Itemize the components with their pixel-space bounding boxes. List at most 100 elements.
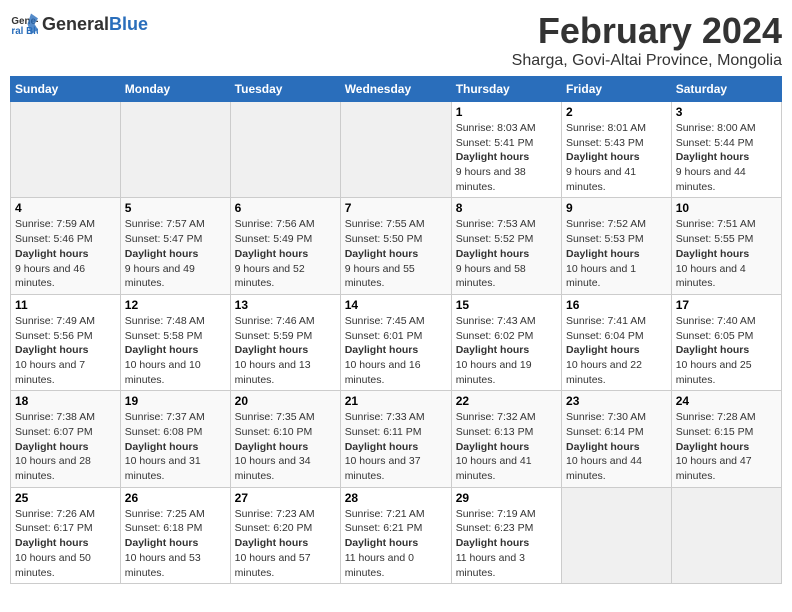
daylight-label: Daylight hours bbox=[345, 537, 419, 549]
title-area: February 2024 Sharga, Govi-Altai Provinc… bbox=[512, 10, 782, 70]
day-info: Sunrise: 7:38 AMSunset: 6:07 PMDaylight … bbox=[15, 410, 116, 483]
day-cell: 9Sunrise: 7:52 AMSunset: 5:53 PMDaylight… bbox=[562, 198, 672, 294]
sunrise-label: Sunrise: 8:00 AM bbox=[676, 122, 756, 134]
day-info: Sunrise: 7:37 AMSunset: 6:08 PMDaylight … bbox=[125, 410, 226, 483]
daylight-label: Daylight hours bbox=[125, 344, 199, 356]
week-row-4: 18 Sunrise: 7:38 AMSunset: 6:07 PMDayligh… bbox=[11, 391, 782, 487]
daylight-value: 10 hours and 44 minutes. bbox=[566, 455, 642, 482]
header: Gene- ral Blue GeneralBlue February 2024… bbox=[10, 10, 782, 70]
day-info: Sunrise: 8:03 AMSunset: 5:41 PMDaylight … bbox=[456, 121, 557, 194]
day-info: Sunrise: 7:41 AMSunset: 6:04 PMDaylight … bbox=[566, 314, 667, 387]
logo-text-block: GeneralBlue bbox=[42, 15, 148, 34]
column-header-thursday: Thursday bbox=[451, 77, 561, 102]
sunset-label: Sunset: 6:21 PM bbox=[345, 522, 423, 534]
day-info: Sunrise: 7:52 AMSunset: 5:53 PMDaylight … bbox=[566, 217, 667, 290]
daylight-value: 9 hours and 44 minutes. bbox=[676, 166, 746, 193]
day-number: 14 bbox=[345, 298, 447, 312]
sunset-label: Sunset: 5:53 PM bbox=[566, 233, 644, 245]
daylight-value: 10 hours and 57 minutes. bbox=[235, 552, 311, 579]
sunset-label: Sunset: 6:20 PM bbox=[235, 522, 313, 534]
sunrise-label: Sunrise: 7:32 AM bbox=[456, 411, 536, 423]
day-number: 23 bbox=[566, 394, 667, 408]
sunset-label: Sunset: 6:15 PM bbox=[676, 426, 754, 438]
day-number: 8 bbox=[456, 201, 557, 215]
week-row-1: 1Sunrise: 8:03 AMSunset: 5:41 PMDaylight… bbox=[11, 102, 782, 198]
day-number: 20 bbox=[235, 394, 336, 408]
daylight-label: Daylight hours bbox=[235, 248, 309, 260]
sunrise-label: Sunrise: 7:28 AM bbox=[676, 411, 756, 423]
day-info: Sunrise: 7:19 AMSunset: 6:23 PMDaylight … bbox=[456, 507, 557, 580]
daylight-value: 10 hours and 37 minutes. bbox=[345, 455, 421, 482]
daylight-value: 10 hours and 31 minutes. bbox=[125, 455, 201, 482]
daylight-value: 10 hours and 50 minutes. bbox=[15, 552, 91, 579]
month-year: February 2024 bbox=[512, 10, 782, 52]
day-cell: 15Sunrise: 7:43 AMSunset: 6:02 PMDayligh… bbox=[451, 294, 561, 390]
logo-general: General bbox=[42, 14, 109, 34]
day-cell: 28Sunrise: 7:21 AMSunset: 6:21 PMDayligh… bbox=[340, 487, 451, 583]
sunrise-label: Sunrise: 7:25 AM bbox=[125, 508, 205, 520]
daylight-label: Daylight hours bbox=[456, 344, 530, 356]
day-cell: 13Sunrise: 7:46 AMSunset: 5:59 PMDayligh… bbox=[230, 294, 340, 390]
sunrise-label: Sunrise: 7:45 AM bbox=[345, 315, 425, 327]
day-info: Sunrise: 7:57 AMSunset: 5:47 PMDaylight … bbox=[125, 217, 226, 290]
logo-icon: Gene- ral Blue bbox=[10, 10, 38, 38]
sunrise-label: Sunrise: 7:55 AM bbox=[345, 218, 425, 230]
day-cell: 12Sunrise: 7:48 AMSunset: 5:58 PMDayligh… bbox=[120, 294, 230, 390]
day-number: 13 bbox=[235, 298, 336, 312]
logo-blue: Blue bbox=[109, 14, 148, 34]
day-cell: 24 Sunrise: 7:28 AM Sunset: 6:15 PM Dayligh… bbox=[671, 391, 781, 487]
daylight-value: 9 hours and 49 minutes. bbox=[125, 263, 195, 290]
daylight-label: Daylight hours bbox=[15, 441, 89, 453]
sunrise-label: Sunrise: 7:33 AM bbox=[345, 411, 425, 423]
daylight-label: Daylight hours bbox=[15, 344, 89, 356]
day-number: 24 bbox=[676, 394, 777, 408]
sunrise-label: Sunrise: 7:56 AM bbox=[235, 218, 315, 230]
sunrise-label: Sunrise: 7:41 AM bbox=[566, 315, 646, 327]
week-row-5: 25Sunrise: 7:26 AMSunset: 6:17 PMDayligh… bbox=[11, 487, 782, 583]
sunrise-label: Sunrise: 7:26 AM bbox=[15, 508, 95, 520]
sunrise-label: Sunrise: 7:38 AM bbox=[15, 411, 95, 423]
day-number: 16 bbox=[566, 298, 667, 312]
location: Sharga, Govi-Altai Province, Mongolia bbox=[512, 52, 782, 70]
day-number: 26 bbox=[125, 491, 226, 505]
sunrise-label: Sunrise: 8:03 AM bbox=[456, 122, 536, 134]
daylight-value: 10 hours and 1 minute. bbox=[566, 263, 636, 290]
sunrise-label: Sunrise: 7:59 AM bbox=[15, 218, 95, 230]
day-cell bbox=[340, 102, 451, 198]
daylight-value: 10 hours and 10 minutes. bbox=[125, 359, 201, 386]
daylight-label: Daylight hours bbox=[345, 344, 419, 356]
day-number: 18 bbox=[15, 394, 116, 408]
daylight-label: Daylight hours bbox=[676, 151, 750, 163]
daylight-label: Daylight hours bbox=[676, 441, 750, 453]
sunset-label: Sunset: 6:02 PM bbox=[456, 330, 534, 342]
day-info: Sunrise: 7:49 AMSunset: 5:56 PMDaylight … bbox=[15, 314, 116, 387]
daylight-label: Daylight hours bbox=[125, 248, 199, 260]
daylight-value: 10 hours and 41 minutes. bbox=[456, 455, 532, 482]
day-info: Sunrise: 7:55 AMSunset: 5:50 PMDaylight … bbox=[345, 217, 447, 290]
sunset-label: Sunset: 6:13 PM bbox=[456, 426, 534, 438]
day-number: 11 bbox=[15, 298, 116, 312]
day-cell: 17Sunrise: 7:40 AMSunset: 6:05 PMDayligh… bbox=[671, 294, 781, 390]
day-cell: 8Sunrise: 7:53 AMSunset: 5:52 PMDaylight… bbox=[451, 198, 561, 294]
sunset-label: Sunset: 6:01 PM bbox=[345, 330, 423, 342]
sunrise-label: Sunrise: 7:19 AM bbox=[456, 508, 536, 520]
daylight-value: 11 hours and 3 minutes. bbox=[456, 552, 525, 579]
day-info: Sunrise: 7:32 AM Sunset: 6:13 PM Daylight … bbox=[456, 410, 557, 483]
daylight-value: 10 hours and 22 minutes. bbox=[566, 359, 642, 386]
daylight-label: Daylight hours bbox=[456, 441, 530, 453]
daylight-value: 9 hours and 55 minutes. bbox=[345, 263, 415, 290]
day-number: 17 bbox=[676, 298, 777, 312]
day-cell: 26Sunrise: 7:25 AMSunset: 6:18 PMDayligh… bbox=[120, 487, 230, 583]
sunset-label: Sunset: 5:44 PM bbox=[676, 137, 754, 149]
daylight-value: 10 hours and 16 minutes. bbox=[345, 359, 421, 386]
sunset-label: Sunset: 5:55 PM bbox=[676, 233, 754, 245]
day-number: 28 bbox=[345, 491, 447, 505]
daylight-label: Daylight hours bbox=[676, 248, 750, 260]
column-header-monday: Monday bbox=[120, 77, 230, 102]
day-cell: 22Sunrise: 7:32 AMSunset: 6:13 PMDayligh… bbox=[451, 391, 561, 487]
day-number: 3 bbox=[676, 105, 777, 119]
day-cell: 5Sunrise: 7:57 AMSunset: 5:47 PMDaylight… bbox=[120, 198, 230, 294]
day-info: Sunrise: 7:33 AMSunset: 6:11 PMDaylight … bbox=[345, 410, 447, 483]
daylight-value: 10 hours and 25 minutes. bbox=[676, 359, 752, 386]
week-row-2: 4Sunrise: 7:59 AMSunset: 5:46 PMDaylight… bbox=[11, 198, 782, 294]
